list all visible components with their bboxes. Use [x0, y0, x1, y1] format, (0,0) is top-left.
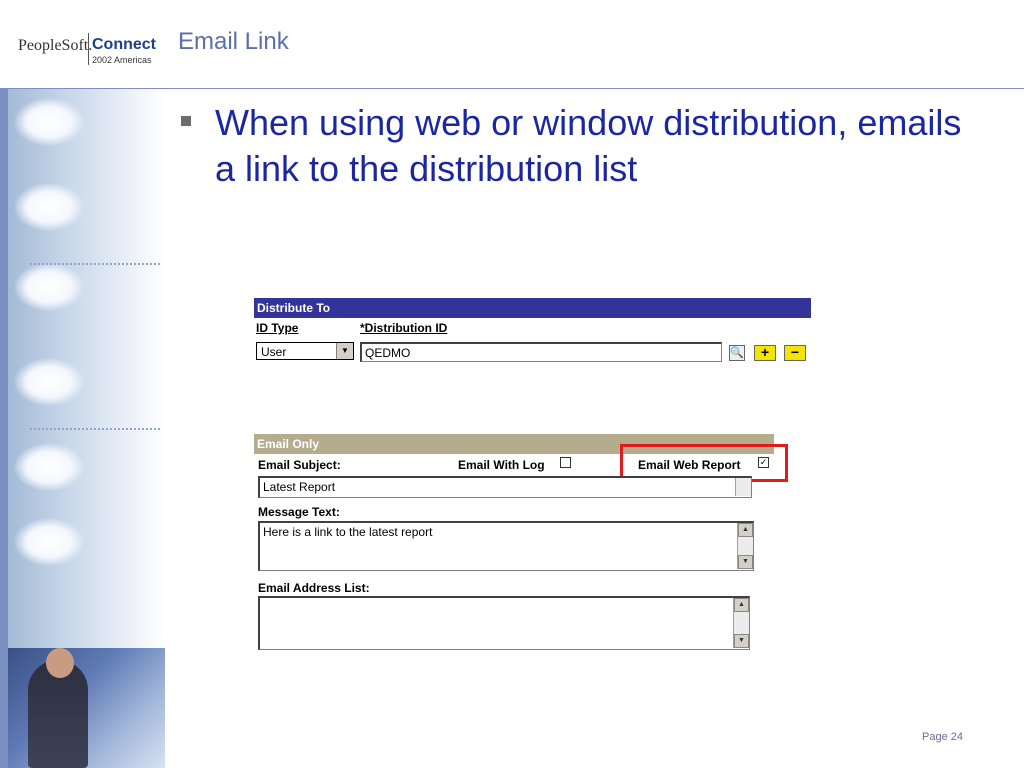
- email-address-list-label: Email Address List:: [258, 581, 370, 595]
- decorative-glow: [14, 518, 84, 566]
- email-subject-input[interactable]: Latest Report: [258, 476, 752, 498]
- email-with-log-checkbox[interactable]: [560, 457, 571, 468]
- scroll-up-icon[interactable]: ▲: [738, 523, 753, 537]
- decorative-glow: [14, 263, 84, 311]
- logo-product: Connect: [92, 36, 156, 53]
- decorative-glow: [14, 183, 84, 231]
- decorative-left-band: [0, 88, 165, 648]
- decorative-glow: [14, 98, 84, 146]
- id-type-select[interactable]: User ▼: [256, 342, 354, 360]
- bullet-text: When using web or window distribution, e…: [215, 102, 962, 189]
- subject-scrollbar[interactable]: [735, 478, 751, 496]
- email-subject-value: Latest Report: [263, 480, 336, 494]
- add-row-button[interactable]: +: [754, 345, 776, 361]
- scroll-down-icon[interactable]: ▼: [734, 634, 749, 648]
- decorative-glow: [14, 358, 84, 406]
- page-number: Page 24: [922, 731, 963, 743]
- chevron-down-icon[interactable]: ▼: [336, 343, 353, 359]
- bullet-square-icon: [181, 116, 191, 126]
- message-text-area[interactable]: Here is a link to the latest report ▲ ▼: [258, 521, 754, 571]
- person-head: [46, 648, 74, 678]
- decorative-dotted-line: [30, 428, 160, 430]
- logo-brand: PeopleSoft.: [18, 37, 93, 54]
- message-scrollbar[interactable]: ▲ ▼: [737, 523, 753, 569]
- scroll-up-icon[interactable]: ▲: [734, 598, 749, 612]
- email-with-log-label: Email With Log: [458, 458, 545, 472]
- distribute-to-header: Distribute To: [254, 298, 811, 318]
- email-address-list-area[interactable]: ▲ ▼: [258, 596, 750, 650]
- scroll-down-icon[interactable]: ▼: [738, 555, 753, 569]
- message-text-value: Here is a link to the latest report: [263, 525, 433, 539]
- delete-row-button[interactable]: −: [784, 345, 806, 361]
- header-divider: [0, 88, 1024, 89]
- address-list-scrollbar[interactable]: ▲ ▼: [733, 598, 749, 648]
- decorative-dotted-line: [30, 263, 160, 265]
- distribution-id-input[interactable]: QEDMO: [360, 342, 722, 362]
- search-icon: 🔍: [730, 347, 744, 359]
- id-type-label[interactable]: ID Type: [256, 321, 298, 335]
- id-type-value: User: [261, 345, 287, 359]
- message-text-label: Message Text:: [258, 505, 340, 519]
- logo-subtitle: 2002 Americas: [92, 55, 152, 65]
- decorative-glow: [14, 443, 84, 491]
- email-subject-label: Email Subject:: [258, 458, 341, 472]
- slide-title: Email Link: [178, 28, 289, 55]
- decorative-left-edge: [0, 88, 8, 768]
- logo-divider: [88, 33, 89, 65]
- lookup-search-button[interactable]: 🔍: [729, 345, 745, 361]
- distribution-id-label[interactable]: *Distribution ID: [360, 321, 447, 335]
- decorative-photo: [8, 648, 165, 768]
- distribution-id-value: QEDMO: [365, 346, 411, 360]
